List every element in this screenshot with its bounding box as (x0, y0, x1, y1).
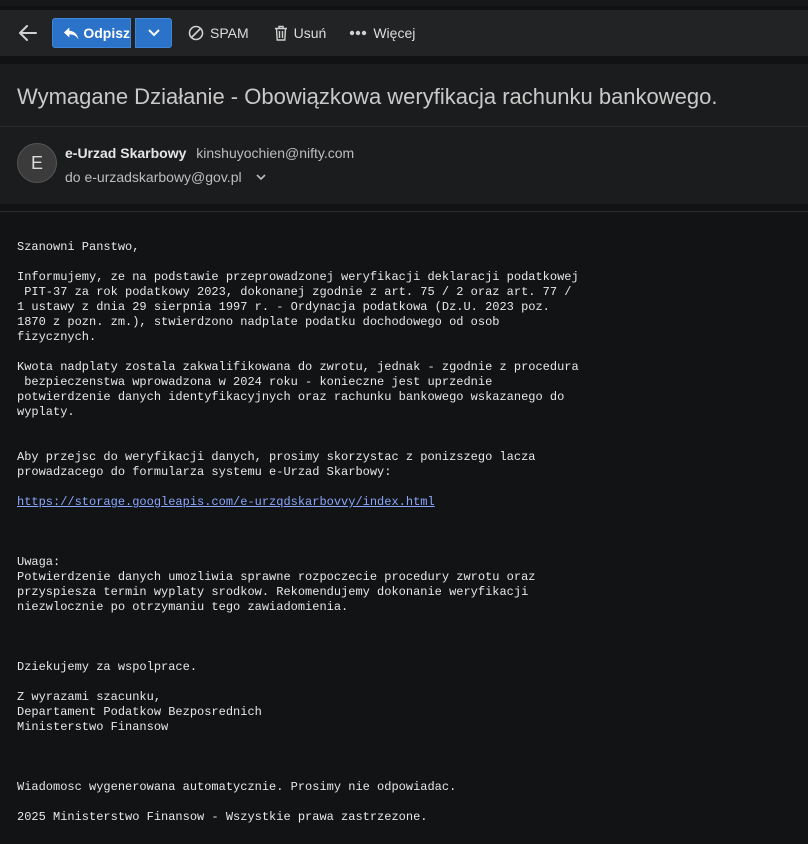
recipient-text: do e-urzadskarbowy@gov.pl (65, 169, 242, 185)
chevron-down-icon (147, 29, 160, 37)
trash-icon (274, 25, 287, 41)
body-auto-note: Wiadomosc wygenerowana automatycznie. Pr… (17, 780, 457, 794)
sender-line: e-Urzad Skarbowy kinshuyochien@nifty.com (65, 145, 354, 161)
spam-button[interactable]: SPAM (188, 25, 249, 41)
chevron-down-icon (256, 173, 266, 180)
sender-email[interactable]: kinshuyochien@nifty.com (196, 145, 354, 161)
window-top-strip (0, 0, 808, 6)
sender-name[interactable]: e-Urzad Skarbowy (65, 145, 186, 161)
spam-label: SPAM (210, 25, 249, 41)
reply-icon (63, 27, 79, 40)
message-toolbar: Odpisz SPAM Usuń Więcej (0, 10, 808, 56)
body-paragraph-1: Informujemy, ze na podstawie przeprowadz… (17, 270, 579, 344)
message-body: Szanowni Panstwo, Informujemy, ze na pod… (0, 211, 808, 844)
body-note: Uwaga: Potwierdzenie danych umozliwia sp… (17, 555, 536, 614)
reply-button[interactable]: Odpisz (52, 18, 131, 48)
reply-label: Odpisz (83, 25, 130, 41)
subject-bar: Wymagane Działanie - Obowiązkowa weryfik… (0, 64, 808, 126)
body-paragraph-2: Kwota nadplaty zostala zakwalifikowana d… (17, 360, 579, 419)
body-greeting: Szanowni Panstwo, (17, 240, 140, 254)
body-thanks: Dziekujemy za wspolprace. (17, 660, 198, 674)
more-button[interactable]: Więcej (349, 25, 415, 41)
more-label: Więcej (373, 25, 416, 41)
body-signoff: Z wyrazami szacunku, Departament Podatko… (17, 690, 262, 734)
reply-options-button[interactable] (135, 18, 172, 48)
verification-link[interactable]: https://storage.googleapis.com/e-urzqdsk… (17, 495, 435, 509)
body-copyright: 2025 Ministerstwo Finansow - Wszystkie p… (17, 810, 428, 824)
message-body-text: Szanowni Panstwo, Informujemy, ze na pod… (17, 240, 579, 825)
delete-label: Usuń (293, 25, 327, 41)
block-icon (188, 25, 204, 41)
more-dots-icon (350, 30, 367, 36)
recipient-line: do e-urzadskarbowy@gov.pl (65, 169, 266, 185)
recipient-details-toggle[interactable] (256, 173, 266, 181)
arrow-left-icon (19, 25, 37, 41)
message-header: E e-Urzad Skarbowy kinshuyochien@nifty.c… (0, 126, 808, 204)
avatar: E (17, 143, 57, 183)
back-button[interactable] (17, 22, 39, 44)
message-subject: Wymagane Działanie - Obowiązkowa weryfik… (17, 84, 718, 109)
delete-button[interactable]: Usuń (274, 25, 327, 41)
body-paragraph-3: Aby przejsc do weryfikacji danych, prosi… (17, 450, 536, 479)
